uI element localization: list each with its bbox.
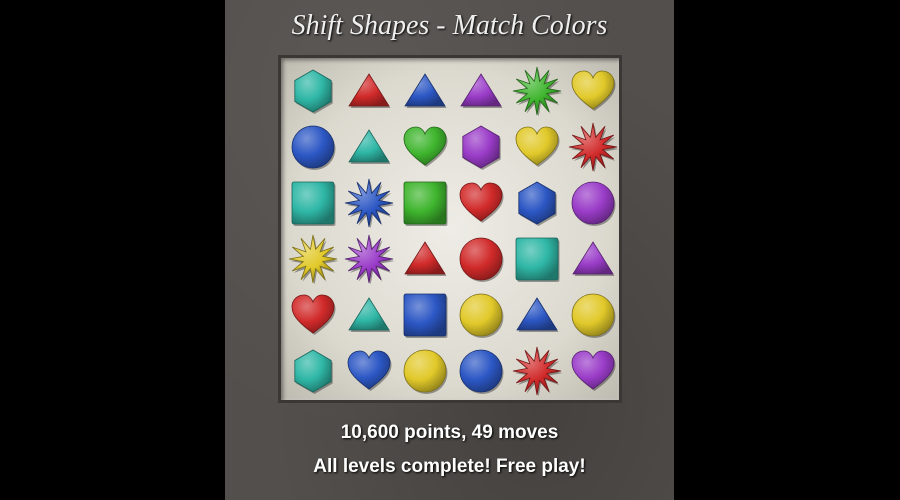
- piece-teal-hexagon[interactable]: [288, 346, 338, 396]
- piece-purple-circle[interactable]: [568, 178, 618, 228]
- piece-red-triangle[interactable]: [400, 234, 450, 284]
- score-text: 10,600 points, 49 moves: [340, 422, 559, 443]
- piece-green-star[interactable]: [512, 66, 562, 116]
- triangle-icon: [348, 73, 391, 108]
- piece-green-square[interactable]: [400, 178, 450, 228]
- star-icon: [344, 178, 394, 228]
- circle-icon: [403, 349, 448, 394]
- square-icon: [515, 237, 560, 282]
- triangle-icon: [460, 73, 503, 108]
- piece-blue-triangle[interactable]: [400, 66, 450, 116]
- piece-yellow-circle[interactable]: [568, 290, 618, 340]
- piece-teal-triangle[interactable]: [344, 122, 394, 172]
- star-icon: [512, 66, 562, 116]
- hexagon-icon: [294, 69, 333, 114]
- square-icon: [403, 293, 448, 338]
- star-icon: [512, 346, 562, 396]
- piece-blue-triangle[interactable]: [512, 290, 562, 340]
- hexagon-icon: [518, 181, 557, 226]
- circle-icon: [571, 293, 616, 338]
- heart-icon: [571, 70, 616, 111]
- piece-teal-triangle[interactable]: [344, 290, 394, 340]
- hexagon-icon: [462, 125, 501, 170]
- board-cells: [281, 58, 619, 400]
- circle-icon: [459, 293, 504, 338]
- hexagon-icon: [294, 349, 333, 394]
- piece-teal-square[interactable]: [512, 234, 562, 284]
- heart-icon: [515, 126, 560, 167]
- square-icon: [403, 181, 448, 226]
- piece-blue-square[interactable]: [400, 290, 450, 340]
- star-icon: [288, 234, 338, 284]
- heart-icon: [403, 126, 448, 167]
- star-icon: [344, 234, 394, 284]
- piece-purple-hexagon[interactable]: [456, 122, 506, 172]
- square-icon: [291, 181, 336, 226]
- game-board: [278, 55, 622, 403]
- piece-yellow-heart[interactable]: [568, 66, 618, 116]
- piece-red-star[interactable]: [568, 122, 618, 172]
- heart-icon: [571, 350, 616, 391]
- piece-teal-square[interactable]: [288, 178, 338, 228]
- piece-purple-triangle[interactable]: [456, 66, 506, 116]
- star-icon: [568, 122, 618, 172]
- piece-purple-heart[interactable]: [568, 346, 618, 396]
- piece-red-circle[interactable]: [456, 234, 506, 284]
- game-title: Shift Shapes - Match Colors: [291, 10, 608, 41]
- piece-teal-hexagon[interactable]: [288, 66, 338, 116]
- piece-purple-star[interactable]: [344, 234, 394, 284]
- piece-blue-circle[interactable]: [456, 346, 506, 396]
- piece-red-heart[interactable]: [288, 290, 338, 340]
- piece-green-heart[interactable]: [400, 122, 450, 172]
- triangle-icon: [572, 241, 615, 276]
- piece-red-star[interactable]: [512, 346, 562, 396]
- piece-blue-heart[interactable]: [344, 346, 394, 396]
- triangle-icon: [348, 129, 391, 164]
- circle-icon: [571, 181, 616, 226]
- circle-icon: [459, 237, 504, 282]
- heart-icon: [291, 294, 336, 335]
- piece-blue-star[interactable]: [344, 178, 394, 228]
- heart-icon: [347, 350, 392, 391]
- piece-blue-circle[interactable]: [288, 122, 338, 172]
- piece-yellow-circle[interactable]: [456, 290, 506, 340]
- triangle-icon: [404, 241, 447, 276]
- circle-icon: [291, 125, 336, 170]
- piece-yellow-heart[interactable]: [512, 122, 562, 172]
- triangle-icon: [348, 297, 391, 332]
- piece-yellow-circle[interactable]: [400, 346, 450, 396]
- triangle-icon: [404, 73, 447, 108]
- triangle-icon: [516, 297, 559, 332]
- circle-icon: [459, 349, 504, 394]
- piece-blue-hexagon[interactable]: [512, 178, 562, 228]
- piece-red-heart[interactable]: [456, 178, 506, 228]
- piece-red-triangle[interactable]: [344, 66, 394, 116]
- piece-purple-triangle[interactable]: [568, 234, 618, 284]
- game-panel: Shift Shapes - Match Colors 10,600 point…: [225, 0, 674, 500]
- heart-icon: [459, 182, 504, 223]
- status-text: All levels complete! Free play!: [313, 456, 586, 477]
- piece-yellow-star[interactable]: [288, 234, 338, 284]
